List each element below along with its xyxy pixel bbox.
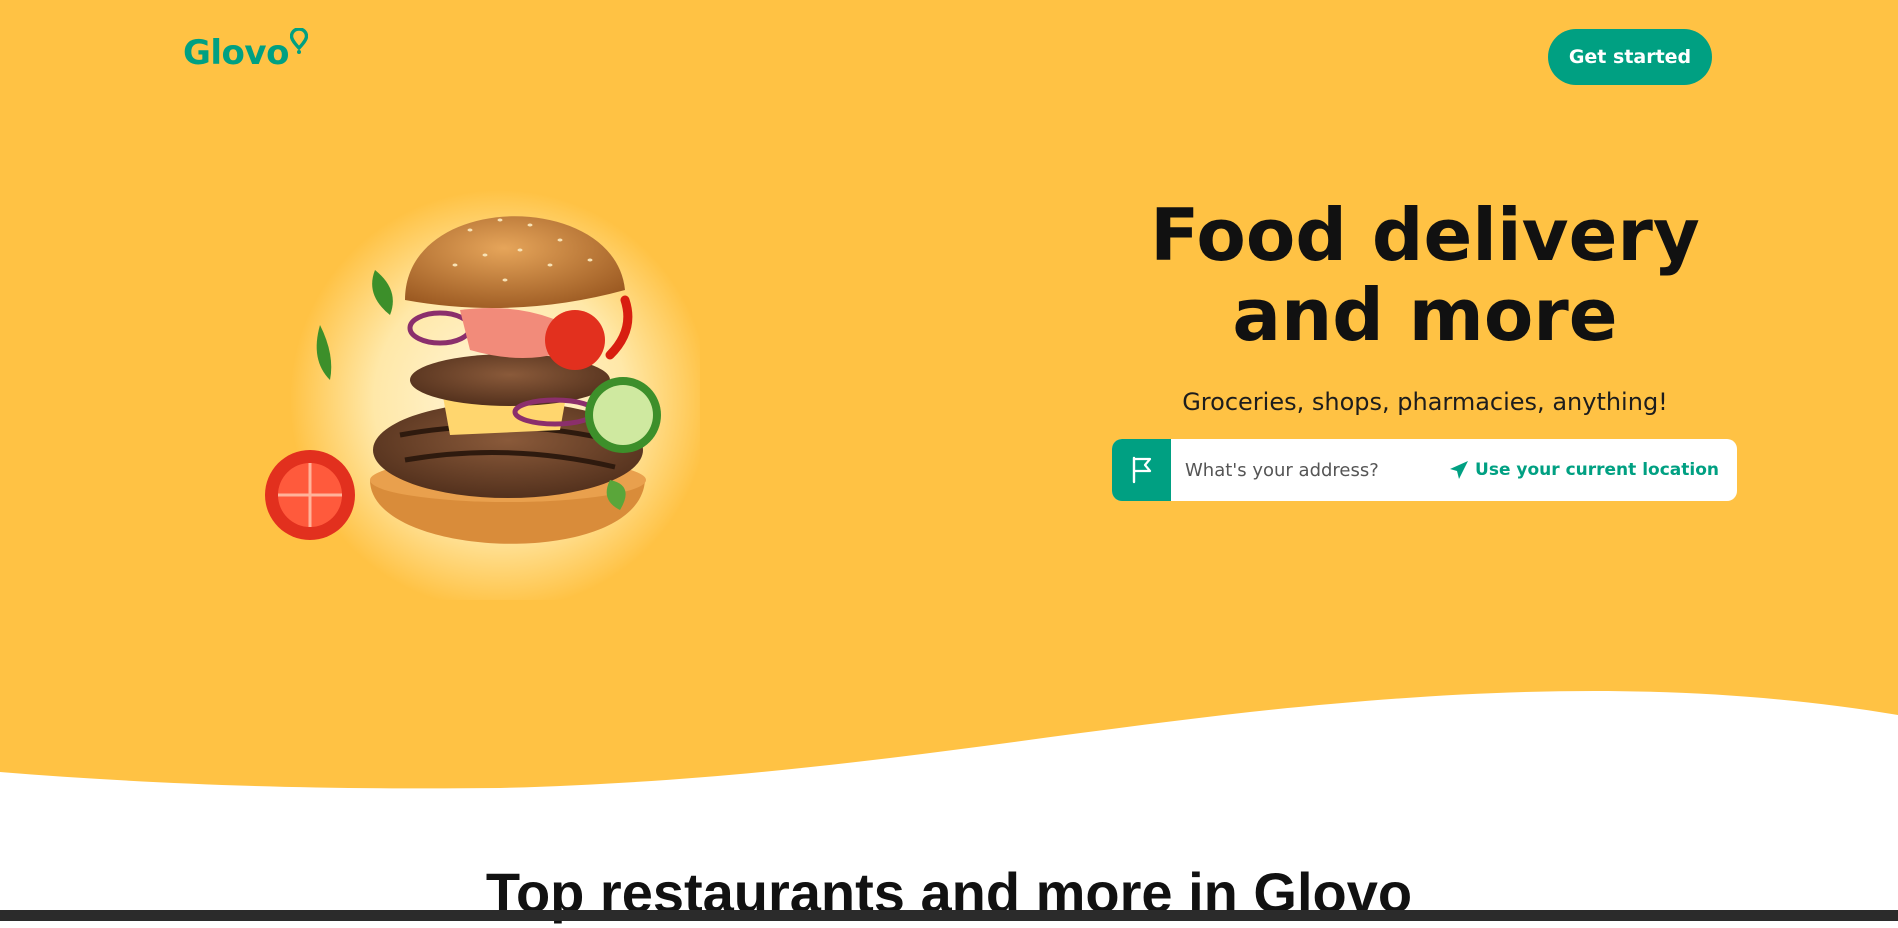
- logo-text: Glovo: [183, 33, 289, 73]
- glovo-logo[interactable]: Glovo: [183, 24, 308, 74]
- hero-subline: Groceries, shops, pharmacies, anything!: [1182, 388, 1668, 416]
- os-taskbar: [0, 910, 1898, 921]
- send-arrow-icon: [1450, 461, 1469, 479]
- burger-photo: [265, 190, 700, 600]
- address-input[interactable]: [1171, 439, 1450, 501]
- use-current-location-label: Use your current location: [1475, 460, 1719, 480]
- hero-headline: Food delivery and more: [1150, 193, 1700, 357]
- get-started-button[interactable]: Get started: [1548, 29, 1712, 85]
- flag-icon: [1112, 439, 1171, 501]
- location-pin-icon: [289, 28, 308, 54]
- use-current-location-button[interactable]: Use your current location: [1449, 460, 1737, 480]
- hero-section: Glovo Get started Food delivery and more…: [0, 0, 1898, 800]
- address-search-bar: Use your current location: [1112, 439, 1737, 501]
